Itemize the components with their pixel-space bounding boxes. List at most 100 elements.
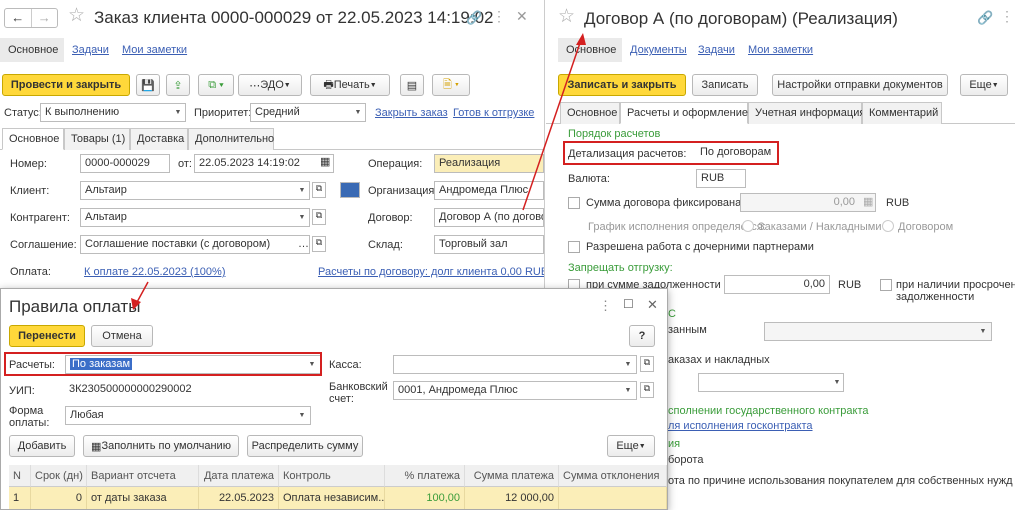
more-button[interactable]: Еще ▼ xyxy=(607,435,655,457)
client-field[interactable]: Альтаир xyxy=(80,181,310,200)
nav-notes[interactable]: Мои заметки xyxy=(748,44,813,56)
chevron-down-icon[interactable]: ▼ xyxy=(171,103,185,122)
attach-icon[interactable]: 🗎 ▾ xyxy=(432,74,470,96)
table-cell[interactable]: Оплата независим... xyxy=(279,487,387,509)
contract-field[interactable]: Договор А (по договорам) xyxy=(434,208,544,227)
table-cell[interactable] xyxy=(559,487,667,509)
close-order-link[interactable]: Закрыть заказ xyxy=(375,107,448,119)
table-cell[interactable]: 1 xyxy=(9,487,31,509)
column-header-term[interactable]: Срок (дн) xyxy=(31,465,87,487)
calculator-icon[interactable]: ▦ xyxy=(863,195,873,208)
chevron-down-icon[interactable]: ▼ xyxy=(295,181,309,200)
subsidiary-checkbox[interactable] xyxy=(568,241,580,253)
payment-link[interactable]: К оплате 22.05.2023 (100%) xyxy=(84,266,226,278)
chevron-down-icon[interactable]: ▼ xyxy=(830,373,844,392)
orders-select[interactable] xyxy=(698,373,844,392)
tab-settlements[interactable]: Расчеты и оформление xyxy=(620,102,748,124)
status-select[interactable]: К выполнению xyxy=(40,103,186,122)
operation-field[interactable]: Реализация xyxy=(434,154,544,173)
nav-tasks[interactable]: Задачи xyxy=(72,44,109,56)
back-button[interactable]: ← → xyxy=(4,8,58,28)
arrow-left-icon[interactable]: ← xyxy=(5,9,32,27)
transfer-button[interactable]: Перенести xyxy=(9,325,85,347)
tab-delivery[interactable]: Доставка xyxy=(130,128,188,150)
maximize-icon[interactable]: ☐ xyxy=(623,297,634,311)
agreement-field[interactable]: Соглашение поставки (с договором) xyxy=(80,235,310,254)
tab-accounting[interactable]: Учетная информация xyxy=(748,102,865,124)
table-cell[interactable]: 12 000,00 xyxy=(465,487,559,509)
nav-tasks[interactable]: Задачи xyxy=(698,44,735,56)
distribute-button[interactable]: Распределить сумму xyxy=(247,435,363,457)
fixed-sum-checkbox[interactable] xyxy=(568,197,580,209)
add-button[interactable]: Добавить xyxy=(9,435,75,457)
priority-select[interactable]: Средний xyxy=(250,103,366,122)
send-settings-button[interactable]: Настройки отправки документов xyxy=(772,74,948,96)
column-header-date[interactable]: Дата платежа xyxy=(199,465,279,487)
post-close-button[interactable]: Провести и закрыть xyxy=(2,74,130,96)
currency-field[interactable]: RUB xyxy=(696,169,746,188)
nav-main[interactable]: Основное xyxy=(558,38,622,62)
chevron-down-icon[interactable]: ▼ xyxy=(976,322,990,341)
warehouse-field[interactable]: Торговый зал xyxy=(434,235,544,254)
column-header-n[interactable]: N xyxy=(9,465,31,487)
fixed-sum-field[interactable]: 0,00 xyxy=(740,193,876,212)
print-button[interactable]: 🖶 Печать ▼ xyxy=(310,74,390,96)
overdue-checkbox[interactable] xyxy=(880,279,892,291)
close-icon[interactable]: ✕ xyxy=(516,8,528,25)
create-based-icon[interactable]: ⧉ ▾ xyxy=(198,74,234,96)
link-icon[interactable]: 🔗 xyxy=(466,10,482,26)
open-icon[interactable]: ⧉ xyxy=(312,182,326,198)
date-field[interactable]: 22.05.2023 14:19:02 xyxy=(194,154,334,173)
schedule-radio-contract[interactable] xyxy=(882,220,894,232)
nav-main[interactable]: Основное xyxy=(0,38,64,62)
form-select[interactable]: Любая xyxy=(65,406,311,425)
table-cell[interactable]: от даты заказа xyxy=(87,487,199,509)
table-cell[interactable]: 0 xyxy=(31,487,87,509)
tab-comment[interactable]: Комментарий xyxy=(862,102,942,124)
menu-icon[interactable]: ⋮ xyxy=(599,298,612,314)
ellipsis-icon[interactable]: … xyxy=(298,238,309,250)
menu-icon[interactable]: ⋮ xyxy=(1000,8,1014,25)
column-header-variant[interactable]: Вариант отсчета xyxy=(87,465,199,487)
save-close-button[interactable]: Записать и закрыть xyxy=(558,74,686,96)
chevron-down-icon[interactable]: ▼ xyxy=(621,381,635,400)
edo-button[interactable]: ⋯ ЭДО ▼ xyxy=(238,74,302,96)
report-icon[interactable]: ▤ xyxy=(400,74,424,96)
calendar-icon[interactable]: ▦ xyxy=(320,155,330,168)
nav-notes[interactable]: Мои заметки xyxy=(122,44,187,56)
help-button[interactable]: ? xyxy=(629,325,655,347)
tab-main[interactable]: Основное xyxy=(2,128,64,150)
nav-documents[interactable]: Документы xyxy=(630,44,687,56)
state-contract-link[interactable]: ля исполнения госконтракта xyxy=(668,420,813,432)
chevron-down-icon[interactable]: ▼ xyxy=(295,406,309,425)
open-icon[interactable]: ⧉ xyxy=(640,356,654,372)
table-cell[interactable]: 22.05.2023 xyxy=(199,487,279,509)
menu-icon[interactable]: ⋮ xyxy=(492,8,506,25)
settlements-link[interactable]: Расчеты по договору: долг клиента 0,00 R… xyxy=(318,266,544,278)
debt-sum-field[interactable]: 0,00 xyxy=(724,275,830,294)
open-icon[interactable]: ⧉ xyxy=(312,209,326,225)
tab-goods[interactable]: Товары (1) xyxy=(64,128,130,150)
fill-default-button[interactable]: ▦ Заполнить по умолчанию xyxy=(83,435,239,457)
open-icon[interactable]: ⧉ xyxy=(312,236,326,252)
close-icon[interactable]: ✕ xyxy=(647,297,658,313)
uip-field[interactable]: 3К230500000000290002 xyxy=(65,381,321,400)
bank-select[interactable]: 0001, Андромеда Плюс xyxy=(393,381,637,400)
chevron-down-icon[interactable]: ▼ xyxy=(351,103,365,122)
bound-select[interactable] xyxy=(764,322,992,341)
cash-select[interactable] xyxy=(393,355,637,374)
number-field[interactable]: 0000-000029 xyxy=(80,154,170,173)
column-header-sum[interactable]: Сумма платежа xyxy=(465,465,559,487)
save-button[interactable]: Записать xyxy=(692,74,758,96)
table-cell[interactable]: 100,00 xyxy=(385,487,465,509)
schedule-radio-orders[interactable] xyxy=(742,220,754,232)
link-icon[interactable]: 🔗 xyxy=(977,10,993,26)
column-header-deviation[interactable]: Сумма отклонения xyxy=(559,465,667,487)
chevron-down-icon[interactable]: ▼ xyxy=(621,355,635,374)
open-icon[interactable]: ⧉ xyxy=(640,382,654,398)
chevron-down-icon[interactable]: ▼ xyxy=(295,208,309,227)
post-icon[interactable]: ⇪ xyxy=(166,74,190,96)
cancel-button[interactable]: Отмена xyxy=(91,325,153,347)
card-icon[interactable] xyxy=(340,182,360,198)
tab-main[interactable]: Основное xyxy=(560,102,620,124)
